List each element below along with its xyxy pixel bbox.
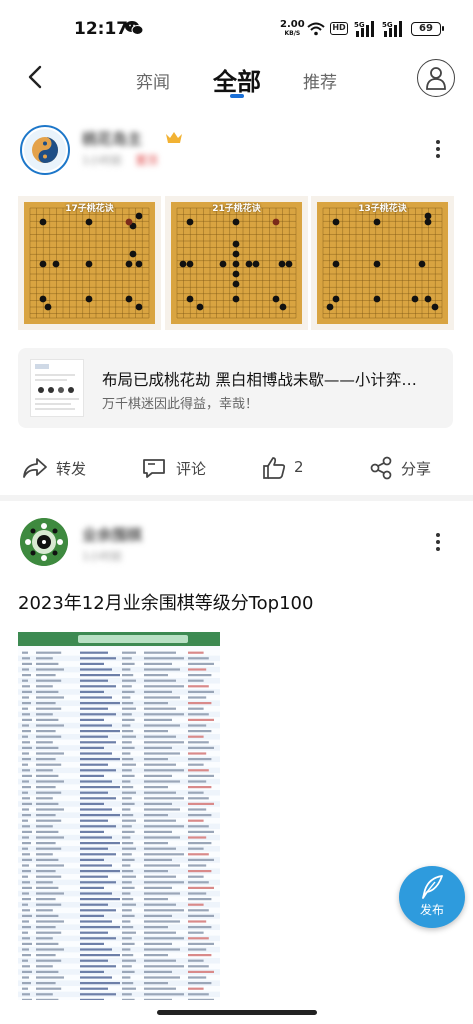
share-label: 分享	[401, 460, 432, 478]
tab-indicator	[230, 94, 244, 98]
home-indicator	[157, 1010, 317, 1015]
board-title: 17子桃花诀	[65, 204, 114, 214]
signal-icon: 5G	[354, 21, 374, 37]
article-link-card[interactable]: 布局已成桃花劫 黑白相博战未歇——小计弈… 万千棋迷因此得益，幸哉！	[18, 348, 453, 428]
wifi-icon	[307, 22, 325, 36]
tab-recommend[interactable]: 推荐	[303, 68, 337, 93]
signal-icon: 5G	[382, 21, 402, 37]
board-image[interactable]: 17子桃花诀	[18, 196, 161, 330]
repost-label: 转发	[56, 460, 87, 478]
more-options-icon[interactable]	[435, 533, 441, 553]
post-actions: 转发 评论 2 分享	[0, 448, 473, 488]
author-name[interactable]: 桃花岛主	[82, 128, 142, 149]
post-tag: 置顶	[135, 154, 158, 167]
comment-label: 评论	[176, 460, 207, 478]
post-time: 1小时前	[82, 550, 122, 563]
yin-yang-logo-icon	[24, 129, 66, 171]
article-thumbnail	[30, 359, 84, 417]
svg-text:5G: 5G	[382, 21, 393, 29]
hd-badge: HD	[330, 22, 348, 35]
publish-button[interactable]: 发布	[399, 866, 465, 928]
user-icon	[426, 67, 446, 90]
share-icon	[370, 456, 392, 480]
tab-news[interactable]: 弈闻	[136, 68, 170, 93]
repost-icon	[23, 458, 47, 478]
tab-all[interactable]: 全部	[213, 62, 261, 97]
post-text: 2023年12月业余围棋等级分Top100	[18, 593, 314, 614]
post-meta: 1小时前 置顶	[82, 152, 158, 168]
comment-icon	[143, 459, 165, 478]
author-avatar[interactable]	[20, 518, 68, 566]
board-image[interactable]: 13子桃花诀	[311, 196, 454, 330]
board-title: 13子桃花诀	[358, 204, 407, 214]
status-bar: 12:17 2.00 KB/S HD 5G 5G 69	[0, 0, 473, 56]
battery-icon: 69	[411, 22, 444, 36]
author-avatar[interactable]	[20, 125, 70, 175]
go-stones-logo-icon	[20, 518, 68, 566]
quill-icon	[422, 875, 443, 899]
thumbs-up-icon	[263, 457, 286, 479]
ranking-rows	[18, 650, 220, 1000]
network-speed-unit: KB/S	[284, 30, 301, 37]
like-count: 2	[294, 458, 304, 476]
publish-label: 发布	[419, 903, 444, 917]
board-image[interactable]: 21子桃花诀	[165, 196, 308, 330]
profile-button[interactable]	[417, 59, 455, 97]
back-arrow-icon[interactable]	[24, 64, 48, 90]
post-time: 1小时前	[82, 154, 122, 167]
status-time: 12:17	[74, 19, 129, 39]
network-speed: 2.00 KB/S	[280, 20, 305, 38]
board-title: 21子桃花诀	[212, 204, 261, 214]
svg-text:5G: 5G	[354, 21, 365, 29]
article-subtitle: 万千棋迷因此得益，幸哉！	[102, 397, 259, 412]
article-title: 布局已成桃花劫 黑白相博战未歇——小计弈…	[102, 371, 417, 389]
more-options-icon[interactable]	[435, 140, 441, 160]
post-separator	[0, 495, 473, 501]
crown-icon	[166, 132, 182, 143]
wechat-icon	[125, 21, 144, 35]
author-name[interactable]: 业余围棋	[82, 524, 142, 545]
top-nav: 弈闻 全部 推荐	[0, 56, 473, 104]
ranking-table-image[interactable]	[18, 632, 220, 1000]
